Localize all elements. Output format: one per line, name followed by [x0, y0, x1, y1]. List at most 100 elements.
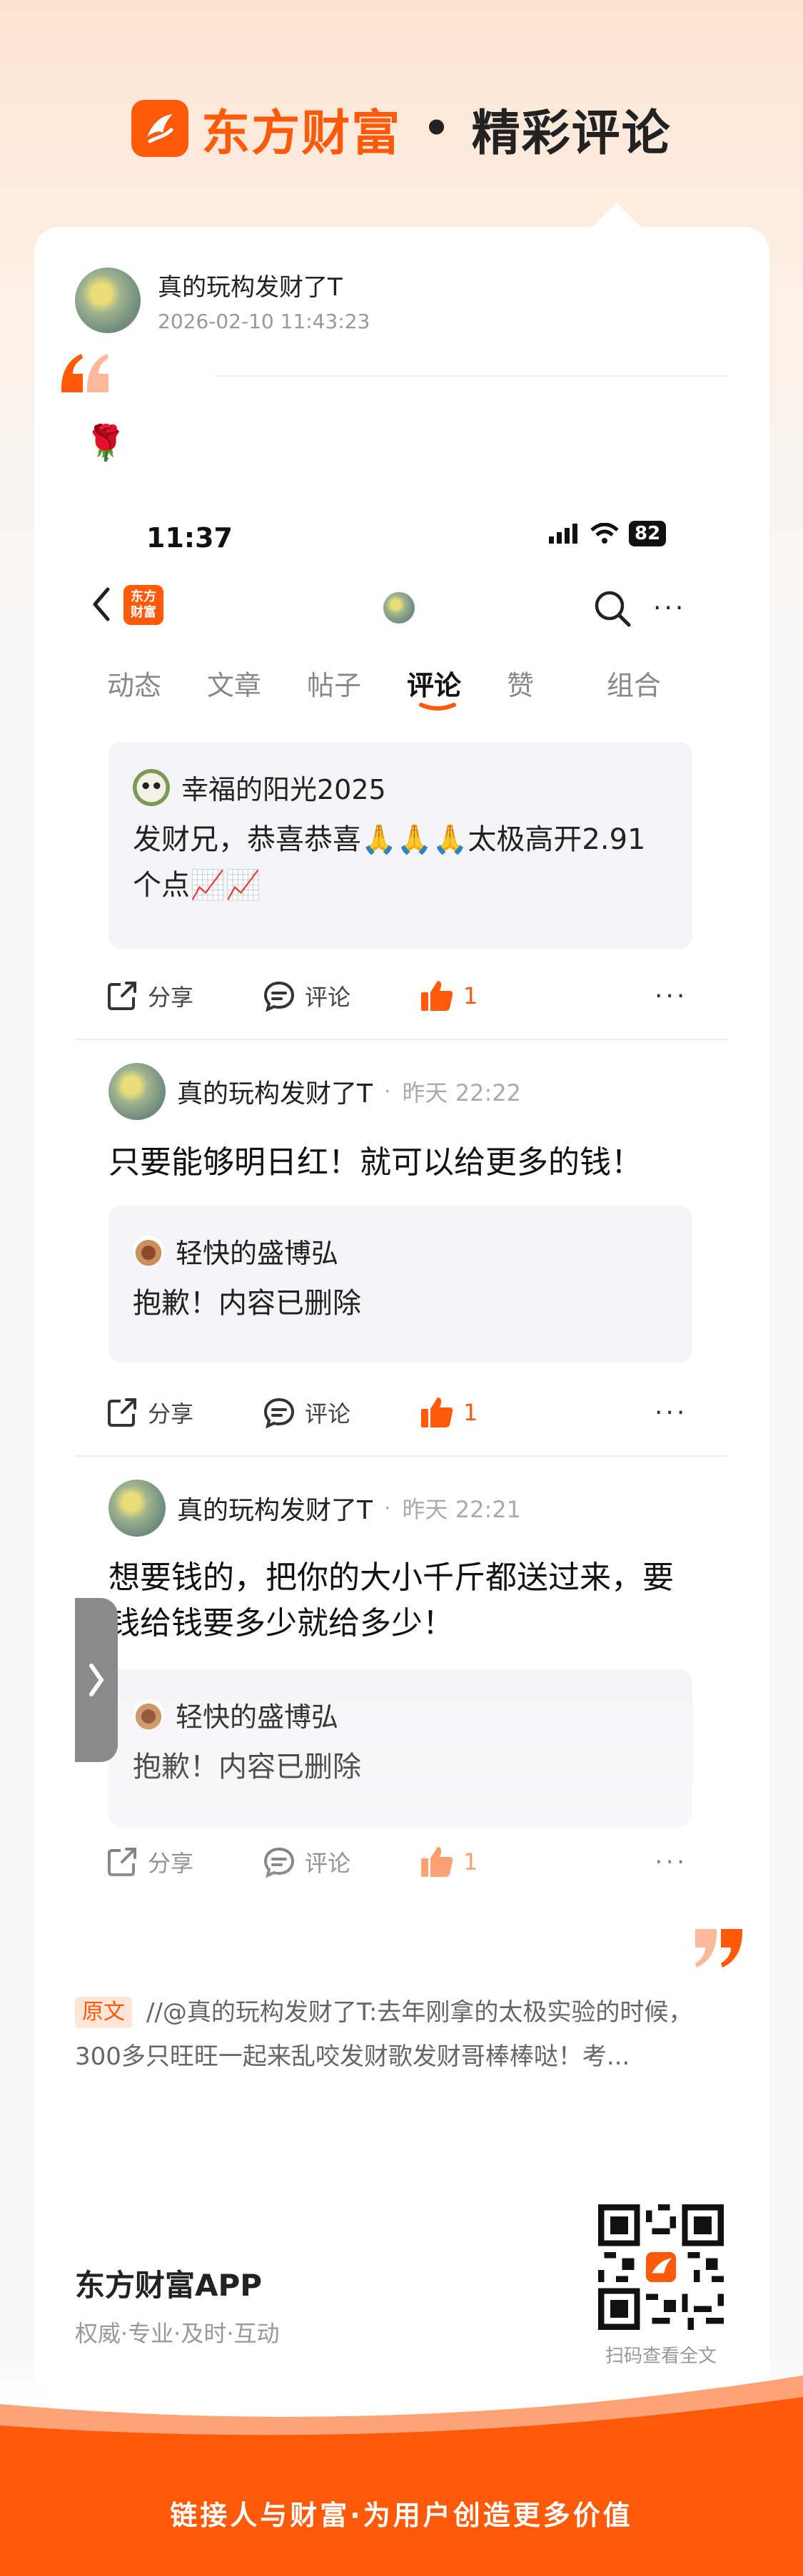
active-tab-indicator	[419, 703, 456, 711]
divider	[75, 1039, 728, 1040]
like-count: 1	[463, 982, 478, 1009]
tab-portfolio[interactable]: 组合	[607, 663, 707, 703]
thumbs-up-icon	[421, 1847, 453, 1877]
quoted-user-name[interactable]: 幸福的阳光2025	[181, 768, 386, 807]
original-text: //@真的玩构发财了T:去年刚拿的太极实验的时候，300多只旺旺一起来乱咬发财歌…	[75, 1998, 693, 2071]
comment-button[interactable]: 评论	[262, 1845, 350, 1879]
comment-icon	[263, 1847, 295, 1878]
app-name: 东方财富APP	[75, 2268, 263, 2303]
quoted-comment-text: 抱歉！内容已删除	[133, 1751, 361, 1783]
more-menu-icon[interactable]: ···	[653, 596, 686, 621]
share-label: 分享	[148, 984, 194, 1011]
comment-button[interactable]: 评论	[262, 979, 350, 1013]
comment-time: 昨天 22:22	[402, 1079, 521, 1106]
battery-indicator: 82	[629, 521, 667, 546]
tab-comments[interactable]: 评论	[407, 663, 507, 711]
tab-articles[interactable]: 文章	[207, 663, 307, 703]
quoted-user-name[interactable]: 轻快的盛博弘	[176, 1695, 338, 1734]
app-logo-icon: 东方 财富	[123, 585, 163, 625]
like-button[interactable]: 1	[419, 1395, 478, 1430]
brand-separator: •	[423, 103, 450, 153]
like-count: 1	[463, 1848, 478, 1875]
action-bar: 分享 评论 1 ···	[105, 1841, 690, 1883]
comment-text: 想要钱的，把你的大小千斤都送过来，要钱给钱要多少就给多少！	[108, 1559, 674, 1641]
like-button[interactable]: 1	[419, 978, 478, 1014]
more-options-icon[interactable]: ···	[655, 1398, 687, 1427]
post-author-name[interactable]: 真的玩构发财了T	[158, 268, 370, 302]
action-bar: 分享 评论 1 ···	[105, 1391, 690, 1434]
share-label: 分享	[148, 1400, 194, 1427]
comment-author[interactable]: 真的玩构发财了T	[177, 1490, 373, 1527]
qr-code-icon[interactable]	[598, 2204, 724, 2330]
comment-button[interactable]: 评论	[262, 1395, 350, 1430]
avatar	[133, 768, 170, 806]
bottom-slogan: 链接人与财富·为用户创造更多价值	[170, 2500, 633, 2531]
avatar	[133, 1699, 164, 1731]
share-button[interactable]: 分享	[105, 1845, 193, 1879]
card-notch	[592, 203, 641, 227]
share-button[interactable]: 分享	[105, 1395, 193, 1430]
share-icon	[108, 982, 136, 1010]
more-options-icon[interactable]: ···	[655, 982, 687, 1011]
thumbs-up-icon	[421, 981, 453, 1011]
tab-dynamic[interactable]: 动态	[107, 663, 207, 703]
thumbs-up-icon	[421, 1398, 453, 1427]
comment-header: 真的玩构发财了T · 昨天 22:22	[108, 1063, 521, 1120]
quoted-comment-text: 抱歉！内容已删除	[133, 1287, 361, 1320]
rose-emoji: 🌹	[84, 423, 127, 463]
comment-icon	[263, 1398, 295, 1429]
brand-header: 东方财富 • 精彩评论	[0, 93, 803, 164]
divider	[214, 375, 728, 377]
share-button[interactable]: 分享	[105, 979, 193, 1013]
post-timestamp: 2026-02-10 11:43:23	[158, 310, 370, 333]
status-bar-icons: 82	[549, 521, 667, 546]
avatar[interactable]	[383, 592, 415, 623]
comment-label: 评论	[305, 984, 351, 1011]
like-count: 1	[463, 1399, 478, 1426]
separator-dot: ·	[384, 1079, 391, 1104]
tab-comments-label: 评论	[407, 670, 462, 701]
close-quote-icon	[695, 1929, 742, 1967]
signal-icon	[549, 524, 577, 544]
comment-icon	[263, 981, 295, 1012]
like-button[interactable]: 1	[419, 1844, 478, 1880]
divider	[75, 1455, 728, 1457]
avatar	[133, 1235, 164, 1267]
embedded-screenshot: 11:37 82 东方 财富 ··· 动态 文章 帖子 评论 赞 组合 幸福的阳…	[75, 499, 728, 1898]
tab-posts[interactable]: 帖子	[307, 663, 407, 703]
search-icon[interactable]	[593, 589, 632, 628]
quoted-comment-text: 发财兄，恭喜恭喜🙏🙏🙏太极高开2.91个点📈📈	[133, 823, 646, 902]
comment-label: 评论	[305, 1850, 351, 1877]
tab-likes[interactable]: 赞	[507, 663, 607, 703]
action-bar: 分享 评论 1 ···	[105, 974, 690, 1017]
status-bar-time: 11:37	[146, 522, 233, 554]
original-post-excerpt[interactable]: 原文//@真的玩构发财了T:去年刚拿的太极实验的时候，300多只旺旺一起来乱咬发…	[75, 1990, 717, 2079]
quoted-user-name[interactable]: 轻快的盛博弘	[176, 1231, 338, 1271]
avatar[interactable]	[108, 1480, 166, 1537]
wifi-icon	[590, 523, 619, 544]
comment-time: 昨天 22:21	[402, 1496, 521, 1523]
comment-author[interactable]: 真的玩构发财了T	[177, 1073, 373, 1110]
expand-handle[interactable]	[75, 1598, 118, 1762]
quoted-comment[interactable]: 轻快的盛博弘 抱歉！内容已删除	[108, 1206, 692, 1363]
brand-name: 东方财富	[201, 105, 402, 162]
open-quote-icon	[61, 354, 108, 392]
quoted-comment[interactable]: 幸福的阳光2025 发财兄，恭喜恭喜🙏🙏🙏太极高开2.91个点📈📈	[108, 742, 692, 949]
comment-text: 只要能够明日红！就可以给更多的钱！	[108, 1144, 642, 1181]
app-slogan: 权威·专业·及时·互动	[75, 2320, 280, 2347]
share-icon	[108, 1398, 136, 1427]
comment-header: 真的玩构发财了T · 昨天 22:21	[108, 1480, 521, 1537]
avatar[interactable]	[75, 268, 141, 333]
share-label: 分享	[148, 1850, 194, 1877]
chevron-right-icon	[89, 1664, 103, 1696]
original-badge: 原文	[75, 1997, 132, 2028]
quoted-comment[interactable]: 轻快的盛博弘 抱歉！内容已删除	[108, 1669, 692, 1828]
brand-logo-icon	[131, 100, 189, 157]
profile-tabs: 动态 文章 帖子 评论 赞 组合	[107, 663, 707, 711]
avatar[interactable]	[108, 1063, 166, 1120]
back-arrow-icon[interactable]	[91, 586, 112, 622]
more-options-icon[interactable]: ···	[655, 1848, 687, 1877]
brand-tagline: 精彩评论	[471, 105, 672, 162]
post-author-row[interactable]: 真的玩构发财了T 2026-02-10 11:43:23	[75, 268, 370, 333]
separator-dot: ·	[384, 1495, 391, 1521]
